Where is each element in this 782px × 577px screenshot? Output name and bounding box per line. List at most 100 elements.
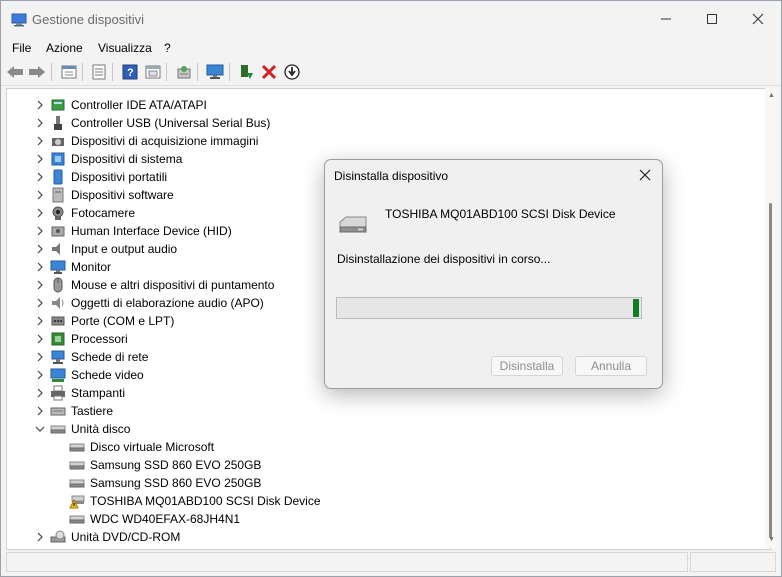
speaker-icon bbox=[52, 243, 60, 255]
tree-device-label: Disco virtuale Microsoft bbox=[90, 440, 215, 454]
svg-text:?: ? bbox=[127, 67, 134, 79]
chevron-right-icon[interactable] bbox=[35, 530, 45, 544]
hid-icon bbox=[51, 226, 65, 237]
chevron-right-icon[interactable] bbox=[35, 404, 45, 418]
tree-category-row[interactable]: Dispositivi di acquisizione immagini bbox=[7, 132, 767, 150]
panel-button[interactable] bbox=[143, 62, 163, 82]
chevron-right-icon[interactable] bbox=[35, 152, 45, 166]
tree-category-row[interactable]: Unità disco bbox=[7, 420, 767, 438]
chevron-right-icon[interactable] bbox=[35, 350, 45, 364]
maximize-icon bbox=[707, 14, 717, 24]
tree-category-label: Controller IDE ATA/ATAPI bbox=[71, 98, 207, 112]
tree-category-label: Schede video bbox=[71, 368, 144, 382]
chevron-right-icon[interactable] bbox=[35, 224, 45, 238]
chevron-right-icon[interactable] bbox=[35, 116, 45, 130]
tree-device-row[interactable]: WDC WD40EFAX-68JH4N1 bbox=[7, 510, 767, 528]
tree-category-label: Unità DVD/CD-ROM bbox=[71, 530, 181, 544]
processor-icon bbox=[51, 332, 65, 346]
chevron-right-icon[interactable] bbox=[35, 134, 45, 148]
chevron-right-icon[interactable] bbox=[35, 296, 45, 310]
dvd-icon bbox=[50, 530, 66, 543]
monitor-button[interactable] bbox=[205, 62, 225, 82]
tree-category-row[interactable]: Controller IDE ATA/ATAPI bbox=[7, 96, 767, 114]
chevron-down-icon[interactable] bbox=[35, 422, 45, 436]
tree-category-row[interactable]: Unità DVD/CD-ROM bbox=[7, 528, 767, 546]
tree-category-row[interactable]: Tastiere bbox=[7, 402, 767, 420]
scroll-up-icon[interactable]: ▲ bbox=[768, 92, 775, 99]
minimize-icon bbox=[661, 18, 671, 20]
menu-azione[interactable]: Azione bbox=[46, 41, 83, 55]
chevron-right-icon[interactable] bbox=[35, 278, 45, 292]
disk-drive-icon bbox=[50, 425, 66, 434]
close-button[interactable] bbox=[735, 1, 781, 37]
tree-device-row[interactable]: TOSHIBA MQ01ABD100 SCSI Disk Device bbox=[7, 492, 767, 510]
download-button[interactable] bbox=[282, 62, 302, 82]
scrollbar-thumb[interactable] bbox=[769, 203, 772, 538]
tree-device-row[interactable]: Samsung SSD 860 EVO 250GB bbox=[7, 456, 767, 474]
monitor-icon bbox=[206, 64, 224, 79]
ide-controller-icon bbox=[51, 99, 65, 111]
uninstall-button[interactable] bbox=[259, 62, 279, 82]
chevron-right-icon[interactable] bbox=[35, 386, 45, 400]
minimize-button[interactable] bbox=[643, 1, 689, 37]
menu-help[interactable]: ? bbox=[164, 41, 171, 55]
properties-button[interactable] bbox=[59, 62, 79, 82]
uninstall-device-dialog: Disinstalla dispositivo TOSHIBA MQ01ABD1… bbox=[324, 159, 663, 389]
chevron-right-icon[interactable] bbox=[35, 170, 45, 184]
portable-device-icon bbox=[53, 169, 63, 185]
tree-category-row[interactable]: Controller USB (Universal Serial Bus) bbox=[7, 114, 767, 132]
chevron-right-icon[interactable] bbox=[35, 98, 45, 112]
chevron-right-icon[interactable] bbox=[35, 368, 45, 382]
menu-visualizza[interactable]: Visualizza bbox=[98, 41, 152, 55]
scroll-down-icon[interactable]: ▼ bbox=[768, 536, 775, 543]
warning-icon bbox=[69, 495, 85, 509]
properties-icon bbox=[61, 65, 77, 79]
back-button[interactable] bbox=[5, 62, 25, 82]
help-button[interactable]: ? bbox=[120, 62, 140, 82]
help-icon: ? bbox=[122, 64, 138, 80]
cancel-button[interactable]: Annulla bbox=[575, 356, 647, 376]
tree-category-label: Human Interface Device (HID) bbox=[71, 224, 232, 238]
dialog-device-name: TOSHIBA MQ01ABD100 SCSI Disk Device bbox=[385, 207, 616, 221]
audio-apo-icon bbox=[52, 297, 64, 309]
status-bar bbox=[6, 550, 776, 574]
uninstall-button[interactable]: Disinstalla bbox=[491, 356, 563, 376]
vertical-scrollbar[interactable]: ▲ ▼ bbox=[765, 88, 777, 548]
chevron-right-icon[interactable] bbox=[35, 206, 45, 220]
tree-category-label: Dispositivi di sistema bbox=[71, 152, 183, 166]
disk-drive-icon bbox=[69, 443, 85, 452]
toolbar: ? bbox=[1, 59, 781, 86]
chevron-right-icon[interactable] bbox=[35, 260, 45, 274]
tree-category-label: Mouse e altri dispositivi di puntamento bbox=[71, 278, 275, 292]
disk-drive-icon bbox=[69, 479, 85, 488]
chevron-right-icon[interactable] bbox=[35, 314, 45, 328]
device-manager-app-icon bbox=[11, 13, 27, 27]
monitor-icon bbox=[50, 260, 66, 274]
tree-device-row[interactable]: Samsung SSD 860 EVO 250GB bbox=[7, 474, 767, 492]
maximize-button[interactable] bbox=[689, 1, 735, 37]
scan-hardware-button[interactable] bbox=[174, 62, 194, 82]
menu-bar: File Azione Visualizza ? bbox=[1, 37, 781, 59]
webcam-icon bbox=[52, 206, 64, 220]
usb-icon bbox=[54, 116, 62, 130]
menu-file[interactable]: File bbox=[12, 41, 31, 55]
printer-icon bbox=[51, 385, 65, 401]
camera-device-icon bbox=[52, 138, 64, 146]
tree-category-label: Stampanti bbox=[71, 386, 126, 400]
close-icon bbox=[639, 169, 651, 181]
dialog-status-text: Disinstallazione dei dispositivi in cors… bbox=[337, 252, 551, 266]
tree-device-row[interactable]: Disco virtuale Microsoft bbox=[7, 438, 767, 456]
chevron-right-icon[interactable] bbox=[35, 242, 45, 256]
list-view-button[interactable] bbox=[89, 62, 109, 82]
tree-category-label: Processori bbox=[71, 332, 128, 346]
chevron-right-icon[interactable] bbox=[35, 188, 45, 202]
mouse-icon bbox=[53, 277, 63, 293]
chevron-right-icon[interactable] bbox=[35, 332, 45, 346]
tree-category-label: Fotocamere bbox=[71, 206, 136, 220]
title-bar[interactable]: Gestione dispositivi bbox=[1, 1, 781, 37]
status-pane-side bbox=[690, 552, 776, 572]
tree-device-label: Samsung SSD 860 EVO 250GB bbox=[90, 458, 262, 472]
update-driver-button[interactable] bbox=[236, 62, 256, 82]
dialog-close-button[interactable] bbox=[636, 166, 654, 184]
forward-button[interactable] bbox=[27, 62, 47, 82]
